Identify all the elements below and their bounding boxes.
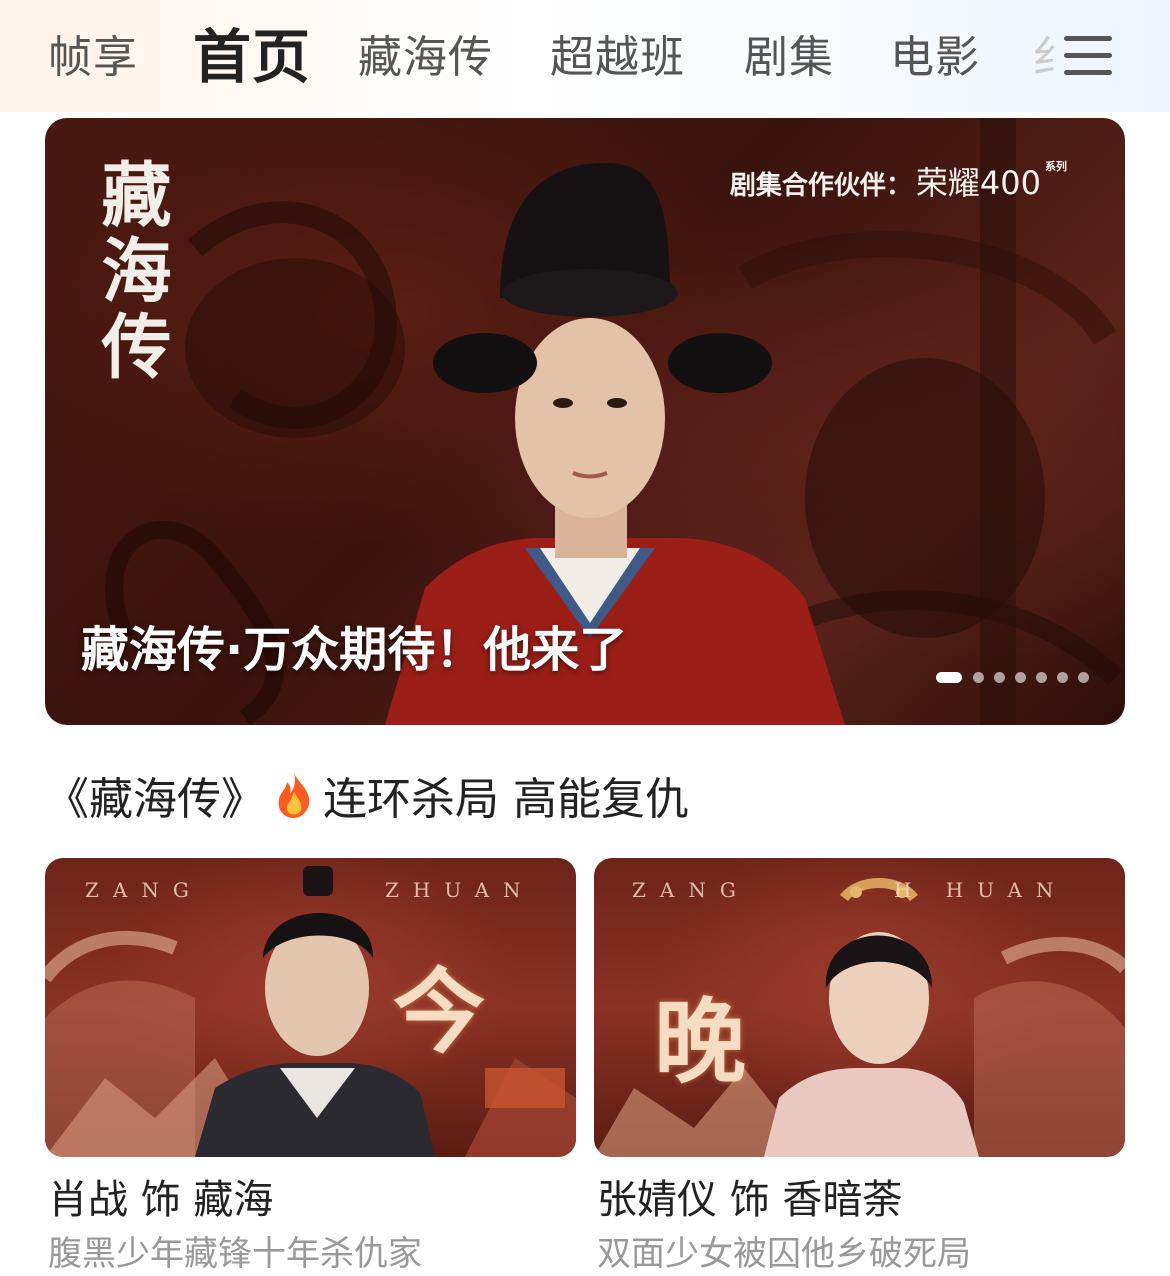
tab-partial[interactable]: 纟: [1032, 30, 1058, 86]
character-card-image[interactable]: ZANG ZHUAN 今: [45, 858, 576, 1157]
tab-chaoyueban[interactable]: 超越班: [550, 30, 685, 86]
partner-text: 剧集合作伙伴：: [729, 171, 912, 201]
carousel-dot[interactable]: [993, 672, 1005, 683]
carousel-dot[interactable]: [1078, 672, 1089, 683]
carousel-dot[interactable]: [1035, 672, 1047, 683]
card-calligraphy-char: 晚: [654, 988, 747, 1096]
section-title[interactable]: 《藏海传》 连环杀局 高能复仇: [45, 770, 689, 830]
card-description: 腹黑少年藏锋十年杀仇家: [48, 1234, 422, 1274]
menu-icon[interactable]: [1062, 30, 1114, 82]
fire-icon: [278, 773, 310, 818]
partner-brand: 荣耀400: [915, 164, 1041, 202]
channel-tabs: 帧享 首页 藏海传 超越班 剧集 电影 纟: [48, 0, 1058, 112]
hero-banner[interactable]: 藏海传 剧集合作伙伴： 荣耀400 系列 藏海传·万众期待！他来了: [45, 118, 1125, 725]
carousel-indicator: [931, 672, 1089, 684]
tab-home[interactable]: 首页: [193, 22, 311, 92]
carousel-dot[interactable]: [972, 672, 984, 683]
section-title-prefix: 《藏海传》: [45, 774, 265, 825]
carousel-dot-active[interactable]: [936, 672, 963, 683]
partner-label: 剧集合作伙伴： 荣耀400 系列: [730, 158, 1067, 204]
carousel-dot[interactable]: [1014, 672, 1026, 683]
card-actor-name[interactable]: 张婧仪 饰 香暗荼: [597, 1172, 902, 1228]
card-decor-letters-right: H HUAN: [894, 878, 1068, 902]
card-decor-letters-left: ZANG: [85, 878, 203, 902]
card-decor-letters-left: ZANG: [632, 878, 750, 902]
card-decor-letters-right: ZHUAN: [385, 878, 535, 902]
card-calligraphy-char: 今: [393, 958, 486, 1066]
banner-logo: 藏海传: [90, 158, 173, 386]
top-nav-bar: 帧享 首页 藏海传 超越班 剧集 电影 纟: [0, 0, 1170, 112]
tab-zhenxiang[interactable]: 帧享: [48, 30, 138, 86]
card-actor-name[interactable]: 肖战 饰 藏海: [48, 1172, 273, 1228]
tab-canghaizhuan[interactable]: 藏海传: [358, 30, 493, 86]
card-artwork: [45, 866, 576, 1157]
card-description: 双面少女被囚他乡破死局: [597, 1234, 971, 1274]
section-title-suffix: 连环杀局 高能复仇: [323, 774, 689, 825]
character-card-image[interactable]: ZANG H HUAN 晚: [594, 858, 1125, 1157]
partner-suffix: 系列: [1045, 160, 1067, 173]
tab-series[interactable]: 剧集: [744, 30, 834, 86]
banner-title: 藏海传·万众期待！他来了: [81, 622, 628, 678]
carousel-dot[interactable]: [1056, 672, 1068, 683]
tab-movies[interactable]: 电影: [890, 30, 980, 86]
